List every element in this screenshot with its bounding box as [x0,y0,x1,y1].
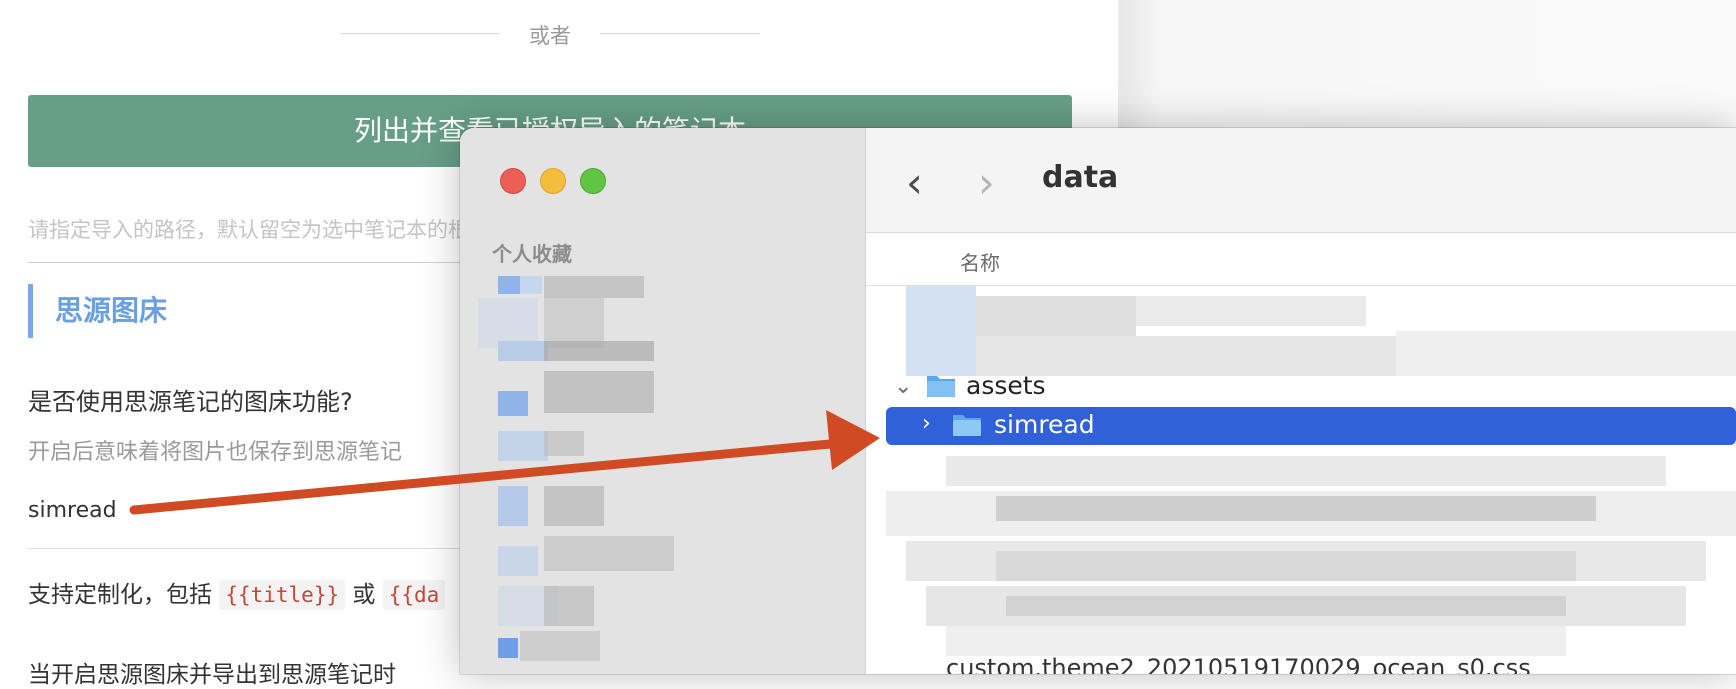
image-host-description: 开启后意味着将图片也保存到思源笔记 [28,440,403,465]
chevron-right-icon[interactable]: › [922,411,931,436]
list-item-assets[interactable]: ⌄ assets [886,368,1736,406]
bottom-hint: 当开启思源图床并导出到思源笔记时 [28,662,396,688]
window-title: data [1042,160,1119,195]
chevron-right-icon[interactable]: › [978,158,995,207]
date-variable-tag: {{da [382,580,446,610]
finder-sidebar: 个人收藏 [460,128,866,674]
image-folder-value[interactable]: simread [28,498,117,523]
zoom-window-button[interactable] [580,168,606,194]
background-window [1120,0,1736,140]
chevron-left-icon[interactable]: ‹ [906,158,923,207]
support-text: 支持定制化，包括 [28,582,212,608]
file-list: ⌄ assets › simread custom.theme2_2021051… [866,286,1736,674]
finder-window: 个人收藏 ‹ › data 名称 ⌄ assets › simread cust… [460,128,1736,674]
file-name: simread [994,410,1095,439]
or-label: 或者 [529,24,571,48]
section-title-siyuan-image-host: 思源图床 [28,284,167,338]
close-window-button[interactable] [500,168,526,194]
partial-file-name: custom.theme2_20210519170029_ocean_s0.cs… [946,654,1531,674]
minimize-window-button[interactable] [540,168,566,194]
column-name-label: 名称 [960,251,1000,275]
chevron-down-icon[interactable]: ⌄ [894,374,912,399]
folder-icon [953,415,981,436]
finder-toolbar: ‹ › data [866,128,1736,233]
blurred-file-entries [886,286,1736,656]
divider-line-right [600,33,760,34]
column-header-name[interactable]: 名称 [866,233,1736,286]
folder-icon [927,376,955,397]
blurred-sidebar-items [478,276,674,661]
or-divider: 或者 [340,18,760,48]
custom-template-hint: 支持定制化，包括 {{title}} 或 {{da [28,575,446,610]
image-host-question: 是否使用思源笔记的图床功能? [28,388,353,416]
support-or: 或 [352,582,376,608]
title-variable-tag: {{title}} [219,580,346,610]
file-name: assets [966,371,1046,400]
favorites-heading: 个人收藏 [492,242,572,266]
list-item-simread[interactable]: › simread [886,407,1736,445]
